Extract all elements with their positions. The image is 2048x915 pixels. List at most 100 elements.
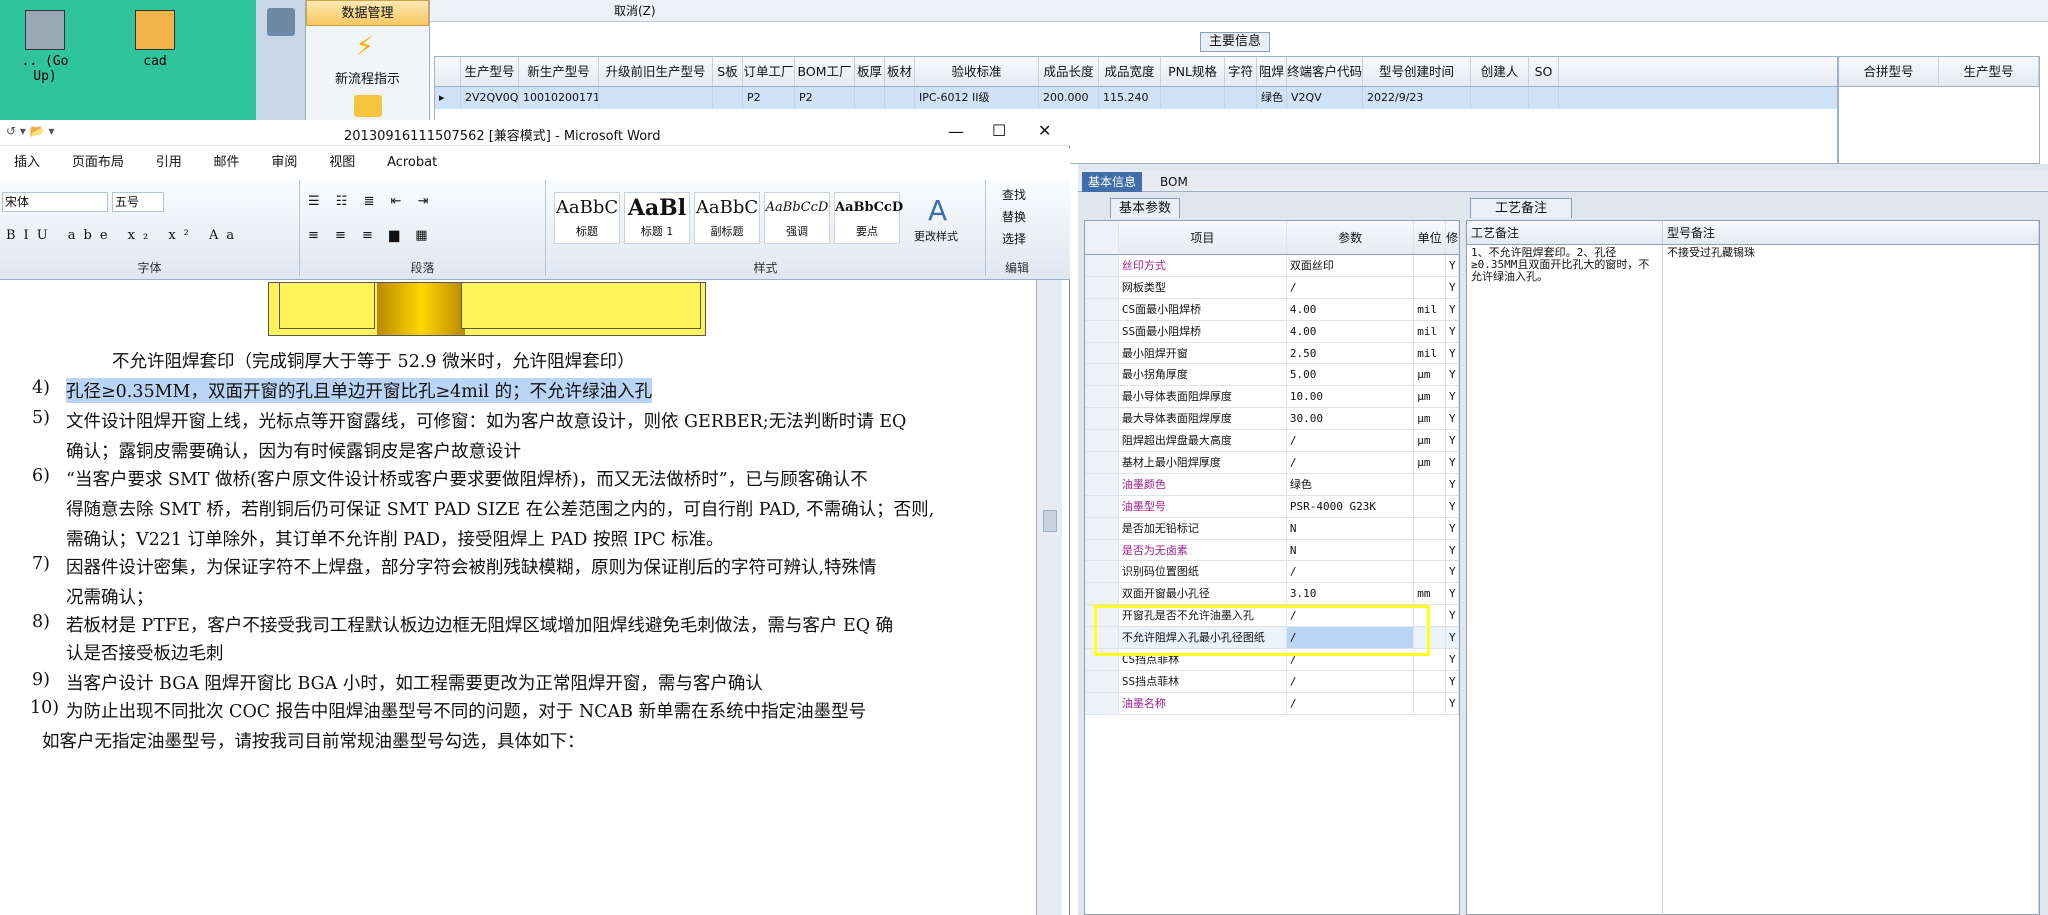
param-row[interactable]: 基材上最小阻焊厚度 / μm Y bbox=[1085, 452, 1459, 474]
grid-data-row[interactable]: ▸2V2QV0QZA010010200171310 P2P2 IPC-6012 II… bbox=[435, 87, 1837, 109]
grid-cell[interactable]: P2 bbox=[795, 87, 855, 109]
change-style-icon[interactable]: A bbox=[928, 194, 947, 227]
grid-header-cell[interactable]: 新生产型号 bbox=[519, 57, 599, 86]
param-row[interactable]: CS面最小阻焊桥 4.00 mil Y bbox=[1085, 298, 1459, 321]
style-subtitle[interactable]: AaBbC 副标题 bbox=[694, 192, 760, 244]
format-buttons[interactable]: BIU abe x₂ x² Aa bbox=[6, 228, 242, 243]
tab-layout[interactable]: 页面布局 bbox=[72, 148, 124, 178]
param-row[interactable]: 油墨名称 / Y bbox=[1085, 692, 1459, 715]
model-note-text[interactable]: 不接受过孔藏锡珠 bbox=[1663, 245, 2039, 915]
tab-basic-params[interactable]: 基本参数 bbox=[1110, 198, 1180, 218]
tab-process-note[interactable]: 工艺备注 bbox=[1470, 198, 1572, 218]
grid-header-cell[interactable]: 验收标准 bbox=[915, 57, 1039, 86]
change-style-button[interactable]: 更改样式 bbox=[914, 228, 958, 244]
grid-header-cell[interactable]: 板厚 bbox=[855, 57, 885, 86]
tab-mailings[interactable]: 邮件 bbox=[214, 148, 240, 178]
param-row[interactable]: 识别码位置图纸 / Y bbox=[1085, 561, 1459, 584]
grid-header-cell[interactable]: 生产型号 bbox=[461, 57, 519, 86]
lightning-icon[interactable]: ⚡ bbox=[356, 32, 380, 62]
param-value[interactable]: / bbox=[1287, 692, 1415, 714]
document-line[interactable]: 因器件设计密集，为保证字符不上焊盘，部分字符会被削残缺模糊，原则为保证削后的字符… bbox=[66, 554, 877, 579]
tab-basic-info[interactable]: 基本信息 bbox=[1082, 172, 1143, 192]
document-scrollbar[interactable] bbox=[1036, 280, 1062, 915]
font-name-select[interactable]: 宋体 bbox=[2, 192, 108, 212]
grid-cell[interactable]: 绿色 bbox=[1257, 87, 1287, 109]
param-value[interactable]: 30.00 bbox=[1287, 408, 1415, 430]
maximize-button[interactable]: ☐ bbox=[992, 121, 1006, 140]
grid-header-cell[interactable]: S板 bbox=[713, 57, 743, 86]
grid-cell[interactable]: P2 bbox=[743, 87, 795, 109]
grid-header-cell[interactable]: 订单工厂 bbox=[743, 57, 795, 86]
list-buttons[interactable]: ☰ ☷ ≣ ⇤ ⇥ bbox=[308, 194, 435, 209]
param-row[interactable]: SS面最小阻焊桥 4.00 mil Y bbox=[1085, 320, 1459, 343]
grid-cell[interactable] bbox=[855, 87, 885, 109]
document-line[interactable]: 为防止出现不同批次 COC 报告中阻焊油墨型号不同的问题，对于 NCAB 新单需… bbox=[66, 698, 866, 723]
tab-view[interactable]: 视图 bbox=[329, 148, 355, 178]
param-row[interactable]: 油墨颜色 绿色 Y bbox=[1085, 473, 1459, 496]
grid-header-cell[interactable]: BOM工厂 bbox=[795, 57, 855, 86]
nav-item-new-process[interactable]: 新流程指示 bbox=[306, 68, 429, 87]
document-line[interactable]: 若板材是 PTFE，客户不接受我司工程默认板边边框无阻焊区域增加阻焊线避免毛刺做… bbox=[66, 612, 893, 637]
folder-icon[interactable] bbox=[353, 95, 382, 117]
grid-header-cell[interactable]: 阻焊 bbox=[1257, 57, 1287, 86]
param-row[interactable]: 阻焊超出焊盘最大高度 / μm Y bbox=[1085, 430, 1459, 453]
quick-access-icon[interactable]: ↺ ▾ 📂 ▾ bbox=[6, 124, 55, 138]
grid-cell[interactable]: 2022/9/23 bbox=[1363, 87, 1471, 109]
param-value[interactable]: / bbox=[1287, 670, 1415, 692]
param-value[interactable]: / bbox=[1287, 430, 1415, 452]
cad-folder[interactable]: cad bbox=[120, 10, 190, 69]
param-value[interactable]: 2.50 bbox=[1287, 342, 1415, 364]
document-line[interactable]: “当客户要求 SMT 做桥(客户原文件设计桥或客户要求要做阻焊桥)，而又无法做桥… bbox=[66, 466, 868, 491]
document-line[interactable]: 文件设计阻焊开窗上线，光标点等开窗露线，可修窗：如为客户故意设计，则依 GERB… bbox=[66, 408, 906, 433]
grid-cell[interactable]: V2QV bbox=[1287, 87, 1363, 109]
grid-cell[interactable]: 10010200171310 bbox=[519, 87, 599, 109]
select-button[interactable]: 选择 bbox=[1002, 230, 1026, 247]
align-buttons[interactable]: ≡ ≡ ≡ ▆ ▦ bbox=[308, 228, 434, 243]
minimize-button[interactable]: — bbox=[948, 122, 964, 141]
tab-references[interactable]: 引用 bbox=[156, 148, 182, 178]
tab-bom[interactable]: BOM bbox=[1154, 172, 1194, 192]
calculator-icon[interactable] bbox=[266, 8, 295, 36]
style-strong[interactable]: AaBbCcD 要点 bbox=[834, 192, 903, 244]
param-value[interactable]: / bbox=[1287, 276, 1415, 298]
tab-review[interactable]: 审阅 bbox=[271, 148, 297, 178]
document-line[interactable]: 得随意去除 SMT 桥，若削铜后仍可保证 SMT PAD SIZE 在公差范围之… bbox=[66, 496, 934, 521]
document-line[interactable]: 认是否接受板边毛刺 bbox=[66, 640, 224, 665]
param-value[interactable]: / bbox=[1287, 452, 1415, 473]
grid-header-cell[interactable]: 型号创建时间 bbox=[1363, 57, 1471, 86]
document-line[interactable]: 不允许阻焊套印（完成铜厚大于等于 52.9 微米时，允许阻焊套印） bbox=[112, 348, 635, 373]
style-title[interactable]: AaBbC 标题 bbox=[554, 192, 620, 244]
param-row[interactable]: 最小阻焊开窗 2.50 mil Y bbox=[1085, 342, 1459, 365]
document-line[interactable]: 如客户无指定油墨型号，请按我司目前常规油墨型号勾选，具体如下： bbox=[42, 728, 585, 753]
grid-cell[interactable] bbox=[1529, 87, 1559, 109]
grid-header-cell[interactable]: 升级前旧生产型号 bbox=[599, 57, 713, 86]
grid-cell[interactable]: 2V2QV0QZA0 bbox=[461, 87, 519, 109]
grid-header-cell[interactable]: SO bbox=[1529, 57, 1559, 86]
grid-header-cell[interactable]: 创建人 bbox=[1471, 57, 1529, 86]
grid-header-cell[interactable]: 成品长度 bbox=[1039, 57, 1099, 86]
param-value[interactable]: 双面丝印 bbox=[1287, 255, 1415, 276]
nav-header[interactable]: 数据管理 bbox=[306, 0, 429, 26]
go-up-folder[interactable]: .. (Go Up) bbox=[10, 10, 80, 84]
param-value[interactable]: 4.00 bbox=[1287, 320, 1415, 342]
param-value[interactable]: PSR-4000 G23K bbox=[1287, 495, 1415, 517]
param-row[interactable]: 最小导体表面阻焊厚度 10.00 μm Y bbox=[1085, 386, 1459, 409]
param-row[interactable]: 是否加无铅标记 N Y bbox=[1085, 517, 1459, 540]
style-heading1[interactable]: AaBl 标题 1 bbox=[624, 192, 690, 244]
param-row[interactable]: 网板类型 / Y bbox=[1085, 276, 1459, 299]
grid-cell[interactable] bbox=[713, 87, 743, 109]
param-value[interactable]: 3.10 bbox=[1287, 583, 1415, 605]
process-note-text[interactable]: 1、不允许阻焊套印。2、孔径≥0.35MM且双面开比孔大的窗时，不允许绿油入孔。 bbox=[1467, 245, 1663, 915]
grid-cell[interactable]: 115.240 bbox=[1099, 87, 1161, 109]
find-button[interactable]: 查找 bbox=[1002, 186, 1026, 203]
grid-cell[interactable]: IPC-6012 II级 bbox=[915, 87, 1039, 109]
grid-header-cell[interactable]: 字符 bbox=[1225, 57, 1257, 86]
grid-cell[interactable] bbox=[1161, 87, 1225, 109]
param-row[interactable]: 最小拐角厚度 5.00 μm Y bbox=[1085, 364, 1459, 387]
param-row[interactable]: 是否为无卤素 N Y bbox=[1085, 539, 1459, 562]
grid-header-cell[interactable]: 板材 bbox=[885, 57, 915, 86]
document-line[interactable]: 确认；露铜皮需要确认，因为有时候露铜皮是客户故意设计 bbox=[66, 438, 521, 463]
param-value[interactable]: N bbox=[1287, 517, 1415, 539]
param-value[interactable]: 10.00 bbox=[1287, 386, 1415, 408]
grid-cell[interactable]: 200.000 bbox=[1039, 87, 1099, 109]
